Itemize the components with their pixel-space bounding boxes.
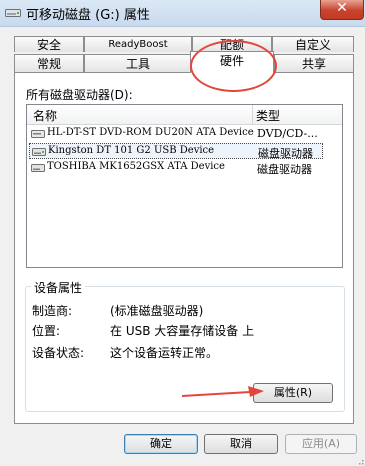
location-label: 位置: [32,324,61,338]
manufacturer-label: 制造商: [32,304,73,318]
tab-sharing[interactable]: 共享 [274,54,354,72]
tab-customize[interactable]: 自定义 [272,36,354,52]
close-button[interactable]: ✕ [320,0,364,20]
location-value: 在 USB 大容量存储设备 上 [110,324,255,338]
tab-hardware[interactable]: 硬件 [190,51,274,73]
optical-drive-icon [31,130,45,138]
usb-disk-icon [32,148,46,156]
device-name: TOSHIBA MK1652GSX ATA Device [47,161,225,172]
device-name: Kingston DT 101 G2 USB Device [48,145,215,156]
resize-grip-icon[interactable] [356,457,364,465]
all-drives-label: 所有磁盘驱动器(D): [26,88,133,102]
drives-listview[interactable]: 名称 类型 HL-DT-ST DVD-ROM DU20N ATA Device … [26,104,343,268]
column-header-type[interactable]: 类型 [256,107,280,124]
column-header-name[interactable]: 名称 [33,107,57,124]
list-item[interactable]: TOSHIBA MK1652GSX ATA Device 磁盘驱动器 [29,160,323,176]
device-name: HL-DT-ST DVD-ROM DU20N ATA Device [47,127,254,138]
list-item-selected[interactable]: Kingston DT 101 G2 USB Device 磁盘驱动器 [29,143,323,160]
properties-button[interactable]: 属性(R) [253,383,333,403]
cancel-button[interactable]: 取消 [204,434,278,454]
device-type: DVD/CD-... [257,127,318,140]
close-icon: ✕ [336,0,348,16]
tab-tools[interactable]: 工具 [84,54,192,72]
manufacturer-value: (标准磁盘驱动器) [110,304,204,318]
status-value: 这个设备运转正常。 [110,346,219,360]
list-item[interactable]: HL-DT-ST DVD-ROM DU20N ATA Device DVD/CD… [29,126,323,142]
device-type: 磁盘驱动器 [258,147,313,160]
removable-drive-icon [5,9,21,17]
group-title: 设备属性 [31,279,86,296]
column-divider[interactable] [252,105,253,124]
window-title: 可移动磁盘 (G:) 属性 [26,8,150,23]
hard-disk-icon [31,164,45,172]
properties-window: 可移动磁盘 (G:) 属性 ✕ 安全 ReadyBoost 配额 自定义 常规 … [0,0,365,466]
tab-security[interactable]: 安全 [14,36,84,52]
tab-readyboost[interactable]: ReadyBoost [84,36,192,52]
device-type: 磁盘驱动器 [257,163,312,176]
tab-general[interactable]: 常规 [14,54,84,72]
ok-button[interactable]: 确定 [124,434,198,454]
status-label: 设备状态: [32,346,85,360]
title-bar[interactable]: 可移动磁盘 (G:) 属性 ✕ [0,0,365,27]
tab-quota[interactable]: 配额 [192,36,272,52]
listview-header: 名称 类型 [27,105,342,125]
apply-button[interactable]: 应用(A) [285,434,357,454]
